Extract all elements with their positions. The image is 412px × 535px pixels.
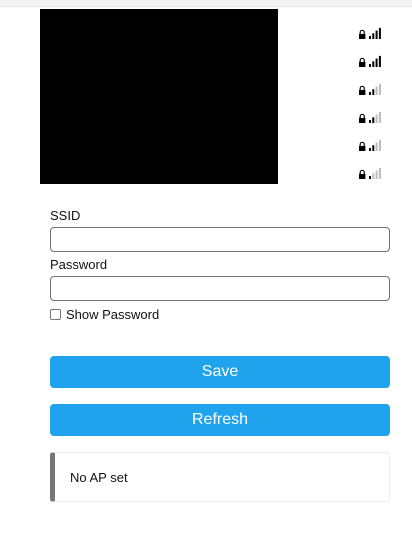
signal-bar bbox=[375, 30, 378, 39]
signal-bar bbox=[369, 176, 371, 179]
signal-strength-icon bbox=[359, 111, 381, 123]
signal-bar bbox=[369, 92, 371, 95]
signal-bar bbox=[372, 117, 375, 123]
signal-bar bbox=[372, 61, 375, 67]
ssid-input[interactable] bbox=[50, 227, 390, 252]
signal-bar bbox=[378, 111, 381, 123]
signal-bar bbox=[375, 142, 378, 151]
signal-bar bbox=[372, 173, 375, 179]
lock-icon bbox=[359, 169, 366, 179]
signal-bar bbox=[369, 148, 371, 151]
status-message-box: No AP set bbox=[50, 452, 390, 502]
network-list-area[interactable] bbox=[40, 9, 278, 184]
signal-bar bbox=[375, 170, 378, 179]
password-input[interactable] bbox=[50, 276, 390, 301]
signal-strength-icon bbox=[359, 139, 381, 151]
signal-row-4 bbox=[356, 110, 386, 138]
signal-bar bbox=[375, 58, 378, 67]
show-password-label: Show Password bbox=[66, 307, 160, 322]
password-label: Password bbox=[50, 257, 108, 272]
signal-strength-icon bbox=[359, 27, 381, 39]
signal-bar bbox=[369, 36, 371, 39]
refresh-button[interactable]: Refresh bbox=[50, 404, 390, 436]
signal-strength-icon bbox=[359, 55, 381, 67]
signal-bar bbox=[378, 83, 381, 95]
signal-bar bbox=[378, 139, 381, 151]
lock-icon bbox=[359, 29, 366, 39]
ssid-label: SSID bbox=[50, 208, 81, 223]
signal-row-6 bbox=[356, 166, 386, 194]
show-password-toggle[interactable]: Show Password bbox=[50, 307, 159, 322]
signal-strength-icon bbox=[359, 83, 381, 95]
status-message: No AP set bbox=[70, 469, 128, 485]
signal-row-5 bbox=[356, 138, 386, 166]
lock-icon bbox=[359, 141, 366, 151]
signal-bar bbox=[369, 120, 371, 123]
lock-icon bbox=[359, 113, 366, 123]
lock-icon bbox=[359, 85, 366, 95]
save-button[interactable]: Save bbox=[50, 356, 390, 388]
signal-bar bbox=[375, 86, 378, 95]
show-password-checkbox[interactable] bbox=[50, 309, 61, 320]
signal-bar bbox=[369, 64, 371, 67]
signal-bar bbox=[372, 33, 375, 39]
signal-strength-icon bbox=[359, 167, 381, 179]
top-bar bbox=[0, 0, 412, 7]
signal-row-3 bbox=[356, 82, 386, 110]
signal-bar bbox=[378, 27, 381, 39]
signal-bar bbox=[378, 55, 381, 67]
signal-bar bbox=[378, 167, 381, 179]
signal-bar bbox=[372, 145, 375, 151]
signal-bar bbox=[375, 114, 378, 123]
lock-icon bbox=[359, 57, 366, 67]
signal-bar bbox=[372, 89, 375, 95]
signal-row-1 bbox=[356, 26, 386, 54]
signal-strength-column bbox=[356, 26, 386, 194]
signal-row-2 bbox=[356, 54, 386, 82]
